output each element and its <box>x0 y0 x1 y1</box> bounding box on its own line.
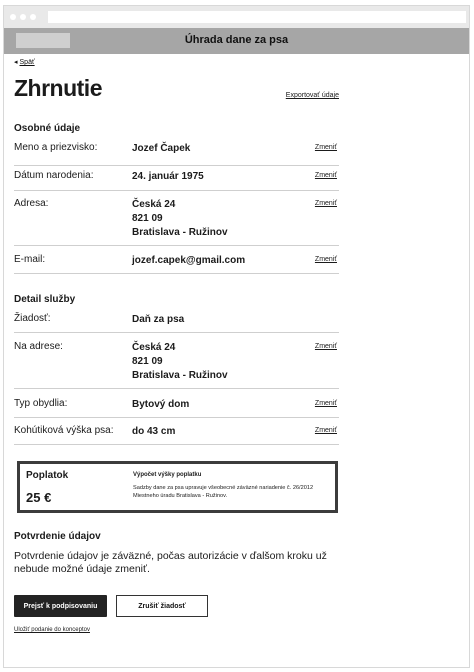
export-link[interactable]: Exportovať údaje <box>286 92 339 99</box>
change-link[interactable]: Zmeniť <box>315 256 337 263</box>
value-line: Česká 24 <box>132 342 176 353</box>
value-line: 821 09 <box>132 356 163 367</box>
row-label: Typ obydlia: <box>14 398 68 409</box>
row-label: Meno a priezvisko: <box>14 142 98 153</box>
back-label: Späť <box>19 59 35 66</box>
section-title-service: Detail služby <box>14 294 76 305</box>
page-title: Zhrnutie <box>14 75 103 101</box>
window-dot-icon[interactable] <box>30 14 36 20</box>
value-line: jozef.capek@gmail.com <box>132 255 246 266</box>
fee-info-text: Sadzby dane za psa upravuje všeobecné zá… <box>133 485 314 499</box>
app-title: Úhrada dane za psa <box>184 34 289 46</box>
fee-box: Poplatok 25 € Výpočet výšky poplatku Sad… <box>17 461 338 513</box>
section-title-personal: Osobné údaje <box>14 123 81 134</box>
value-line: 821 09 <box>132 213 163 224</box>
change-link[interactable]: Zmeniť <box>315 144 337 151</box>
change-link[interactable]: Zmeniť <box>315 200 337 207</box>
fee-label: Poplatok <box>26 470 69 481</box>
change-link[interactable]: Zmeniť <box>315 400 337 407</box>
value-line: Česká 24 <box>132 199 176 210</box>
back-arrow-icon: ◂ <box>14 59 18 66</box>
row-value: do 43 cm <box>132 425 175 439</box>
value-line: 24. január 1975 <box>132 171 204 182</box>
summary-row-email: E-mail: jozef.capek@gmail.com Zmeniť <box>14 254 339 274</box>
summary-row-name: Meno a priezvisko: Jozef Čapek Zmeniť <box>14 142 339 166</box>
summary-row-birthdate: Dátum narodenia: 24. január 1975 Zmeniť <box>14 170 339 191</box>
row-value: Bytový dom <box>132 398 189 412</box>
browser-chrome <box>4 6 469 28</box>
address-bar[interactable] <box>48 11 466 23</box>
row-label: Na adrese: <box>14 341 63 352</box>
row-label: Kohútiková výška psa: <box>14 425 114 436</box>
summary-row-housing: Typ obydlia: Bytový dom Zmeniť <box>14 398 339 418</box>
row-value: Česká 24 821 09 Bratislava - Ružinov <box>132 341 228 383</box>
row-value: 24. január 1975 <box>132 170 204 184</box>
row-label: Žiadosť: <box>14 313 51 324</box>
back-link[interactable]: ◂ Späť <box>14 58 35 66</box>
change-link[interactable]: Zmeniť <box>315 343 337 350</box>
row-value: Jozef Čapek <box>132 142 190 156</box>
row-label: Adresa: <box>14 198 49 209</box>
summary-row-dog-height: Kohútiková výška psa: do 43 cm Zmeniť <box>14 425 339 445</box>
value-line: Jozef Čapek <box>132 143 191 154</box>
window-dot-icon[interactable] <box>10 14 16 20</box>
row-value: jozef.capek@gmail.com <box>132 254 245 268</box>
summary-row-address: Adresa: Česká 24 821 09 Bratislava - Ruž… <box>14 198 339 246</box>
value-line: Bytový dom <box>132 399 190 410</box>
proceed-to-sign-button[interactable]: Prejsť k podpisovaniu <box>14 595 107 617</box>
cancel-request-button[interactable]: Zrušiť žiadosť <box>116 595 208 617</box>
row-label: E-mail: <box>14 254 46 265</box>
confirm-title: Potvrdenie údajov <box>14 531 101 542</box>
change-link[interactable]: Zmeniť <box>315 427 337 434</box>
summary-row-service-address: Na adrese: Česká 24 821 09 Bratislava - … <box>14 341 339 389</box>
window-dot-icon[interactable] <box>20 14 26 20</box>
row-value: Daň za psa <box>132 313 184 327</box>
value-line: Daň za psa <box>132 314 185 325</box>
fee-info-title: Výpočet výšky poplatku <box>133 472 202 478</box>
confirm-text: Potvrdenie údajov je záväzné, počas auto… <box>14 550 327 575</box>
window-controls <box>10 14 36 20</box>
value-line: do 43 cm <box>132 426 176 437</box>
app-header: Úhrada dane za psa <box>4 28 469 54</box>
fee-amount: 25 € <box>26 490 52 505</box>
summary-row-request: Žiadosť: Daň za psa <box>14 313 339 333</box>
save-draft-link[interactable]: Uložiť podanie do konceptov <box>14 627 90 633</box>
change-link[interactable]: Zmeniť <box>315 172 337 179</box>
value-line: Bratislava - Ružinov <box>132 227 228 238</box>
row-label: Dátum narodenia: <box>14 170 94 181</box>
row-value: Česká 24 821 09 Bratislava - Ružinov <box>132 198 228 240</box>
value-line: Bratislava - Ružinov <box>132 370 228 381</box>
